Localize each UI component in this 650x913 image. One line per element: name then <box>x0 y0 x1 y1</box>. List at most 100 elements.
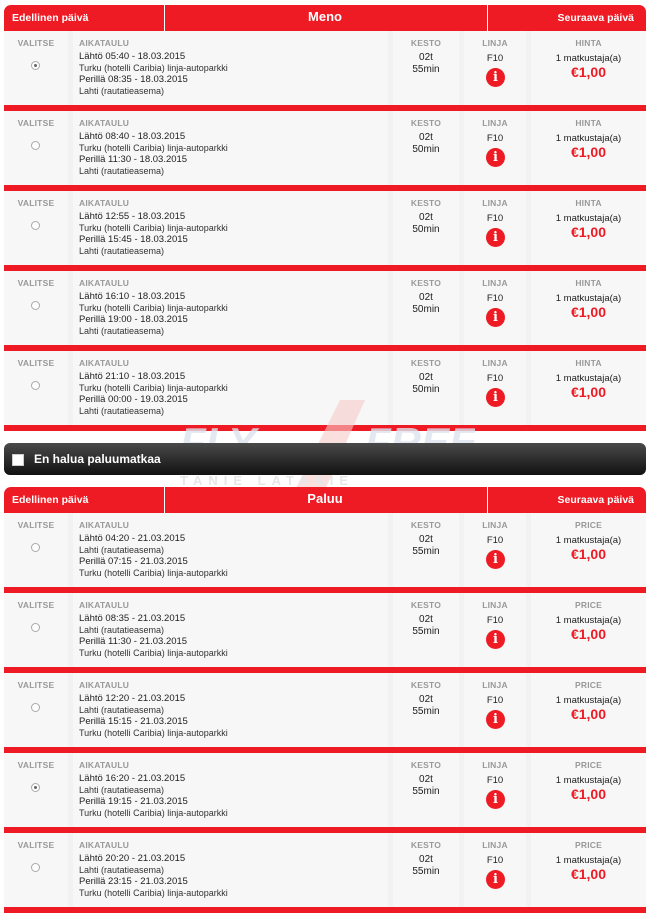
duration-minutes: 55min <box>412 706 440 717</box>
departure-time: Lähtö 21:10 - 18.03.2015 <box>79 371 186 382</box>
schedule-cell: AIKATAULU Lähtö 16:20 - 21.03.2015 Lahti (… <box>73 753 388 827</box>
info-icon[interactable]: i <box>486 148 505 167</box>
info-icon[interactable]: i <box>486 790 505 809</box>
info-icon[interactable]: i <box>486 710 505 729</box>
passenger-count: 1 matkustaja(a) <box>555 373 622 384</box>
line-cell: LINJA F10 i <box>464 673 526 747</box>
select-radio[interactable] <box>31 863 40 872</box>
arrival-stop: Lahti (rautatieasema) <box>79 165 165 176</box>
info-icon[interactable]: i <box>486 630 505 649</box>
trip-row[interactable]: VALITSE AIKATAULU Lähtö 05:40 - 18.03.2015… <box>4 31 646 111</box>
info-icon[interactable]: i <box>486 870 505 889</box>
schedule-column-label: AIKATAULU <box>79 520 130 530</box>
arrival-time: Perillä 08:35 - 18.03.2015 <box>79 74 188 85</box>
schedule-cell: AIKATAULU Lähtö 04:20 - 21.03.2015 Lahti (… <box>73 513 388 587</box>
trip-row[interactable]: VALITSE AIKATAULU Lähtö 04:20 - 21.03.2015… <box>4 513 646 593</box>
departure-stop: Turku (hotelli Caribia) linja-autoparkki <box>79 382 228 393</box>
info-icon[interactable]: i <box>486 550 505 569</box>
line-column-label: LINJA <box>482 680 508 690</box>
departure-stop: Turku (hotelli Caribia) linja-autoparkki <box>79 142 228 153</box>
duration-column-label: KESTO <box>410 840 442 850</box>
info-icon[interactable]: i <box>486 68 505 87</box>
arrival-time: Perillä 07:15 - 21.03.2015 <box>79 556 188 567</box>
select-radio[interactable] <box>31 221 40 230</box>
arrival-stop: Lahti (rautatieasema) <box>79 245 165 256</box>
select-cell: VALITSE <box>4 31 68 105</box>
arrival-time: Perillä 23:15 - 21.03.2015 <box>79 876 188 887</box>
select-cell: VALITSE <box>4 271 68 345</box>
line-column-label: LINJA <box>482 198 508 208</box>
line-column-label: LINJA <box>482 840 508 850</box>
outbound-next-day-link[interactable]: Seuraava päivä <box>558 12 634 24</box>
arrival-time: Perillä 15:15 - 21.03.2015 <box>79 716 188 727</box>
select-column-label: VALITSE <box>17 680 55 690</box>
price-cell: PRICE 1 matkustaja(a) €1,00 <box>531 593 646 667</box>
trip-row[interactable]: VALITSE AIKATAULU Lähtö 16:10 - 18.03.2015… <box>4 271 646 351</box>
schedule-cell: AIKATAULU Lähtö 20:20 - 21.03.2015 Lahti (… <box>73 833 388 907</box>
select-radio[interactable] <box>31 381 40 390</box>
duration-column-label: KESTO <box>410 680 442 690</box>
line-code: F10 <box>486 373 504 384</box>
arrival-time: Perillä 11:30 - 18.03.2015 <box>79 154 188 165</box>
departure-stop: Lahti (rautatieasema) <box>79 624 165 635</box>
price-column-label: PRICE <box>575 520 602 530</box>
departure-time: Lähtö 05:40 - 18.03.2015 <box>79 51 186 62</box>
schedule-column-label: AIKATAULU <box>79 198 130 208</box>
departure-stop: Turku (hotelli Caribia) linja-autoparkki <box>79 222 228 233</box>
select-radio[interactable] <box>31 783 40 792</box>
schedule-cell: AIKATAULU Lähtö 12:55 - 18.03.2015 Turku (… <box>73 191 388 265</box>
trip-row[interactable]: VALITSE AIKATAULU Lähtö 08:40 - 18.03.2015… <box>4 111 646 191</box>
price-column-label: HINTA <box>575 358 602 368</box>
duration-cell: KESTO 02t 55min <box>393 593 459 667</box>
line-column-label: LINJA <box>482 600 508 610</box>
duration-minutes: 50min <box>412 384 440 395</box>
line-column-label: LINJA <box>482 118 508 128</box>
schedule-column-label: AIKATAULU <box>79 760 130 770</box>
trip-row[interactable]: VALITSE AIKATAULU Lähtö 21:10 - 18.03.2015… <box>4 351 646 431</box>
info-icon[interactable]: i <box>486 228 505 247</box>
arrival-stop: Turku (hotelli Caribia) linja-autoparkki <box>79 727 228 738</box>
passenger-count: 1 matkustaja(a) <box>555 775 622 786</box>
trip-row[interactable]: VALITSE AIKATAULU Lähtö 12:20 - 21.03.2015… <box>4 673 646 753</box>
select-cell: VALITSE <box>4 111 68 185</box>
divider <box>487 5 488 31</box>
info-icon[interactable]: i <box>486 388 505 407</box>
schedule-cell: AIKATAULU Lähtö 16:10 - 18.03.2015 Turku (… <box>73 271 388 345</box>
trip-row[interactable]: VALITSE AIKATAULU Lähtö 20:20 - 21.03.2015… <box>4 833 646 913</box>
duration-cell: KESTO 02t 50min <box>393 191 459 265</box>
line-code: F10 <box>486 535 504 546</box>
line-cell: LINJA F10 i <box>464 833 526 907</box>
line-code: F10 <box>486 695 504 706</box>
arrival-stop: Lahti (rautatieasema) <box>79 85 165 96</box>
departure-time: Lähtö 08:35 - 21.03.2015 <box>79 613 186 624</box>
info-icon[interactable]: i <box>486 308 505 327</box>
no-return-label[interactable]: En halua paluumatkaa <box>34 452 161 466</box>
arrival-stop: Lahti (rautatieasema) <box>79 325 165 336</box>
duration-hours: 02t <box>419 694 433 705</box>
price-cell: PRICE 1 matkustaja(a) €1,00 <box>531 673 646 747</box>
duration-hours: 02t <box>419 372 433 383</box>
price-value: €1,00 <box>570 224 607 240</box>
line-cell: LINJA F10 i <box>464 31 526 105</box>
select-radio[interactable] <box>31 623 40 632</box>
select-radio[interactable] <box>31 703 40 712</box>
select-radio[interactable] <box>31 141 40 150</box>
duration-hours: 02t <box>419 534 433 545</box>
select-radio[interactable] <box>31 543 40 552</box>
select-radio[interactable] <box>31 301 40 310</box>
select-cell: VALITSE <box>4 191 68 265</box>
departure-time: Lähtö 12:20 - 21.03.2015 <box>79 693 186 704</box>
no-return-bar: En halua paluumatkaa <box>4 443 646 475</box>
duration-hours: 02t <box>419 292 433 303</box>
arrival-time: Perillä 19:00 - 18.03.2015 <box>79 314 188 325</box>
trip-row[interactable]: VALITSE AIKATAULU Lähtö 16:20 - 21.03.2015… <box>4 753 646 833</box>
select-radio[interactable] <box>31 61 40 70</box>
departure-stop: Lahti (rautatieasema) <box>79 784 165 795</box>
outbound-title: Meno <box>308 9 342 24</box>
return-next-day-link[interactable]: Seuraava päivä <box>558 494 634 506</box>
no-return-checkbox[interactable] <box>12 454 24 466</box>
trip-row[interactable]: VALITSE AIKATAULU Lähtö 08:35 - 21.03.2015… <box>4 593 646 673</box>
line-column-label: LINJA <box>482 278 508 288</box>
trip-row[interactable]: VALITSE AIKATAULU Lähtö 12:55 - 18.03.2015… <box>4 191 646 271</box>
price-column-label: HINTA <box>575 118 602 128</box>
